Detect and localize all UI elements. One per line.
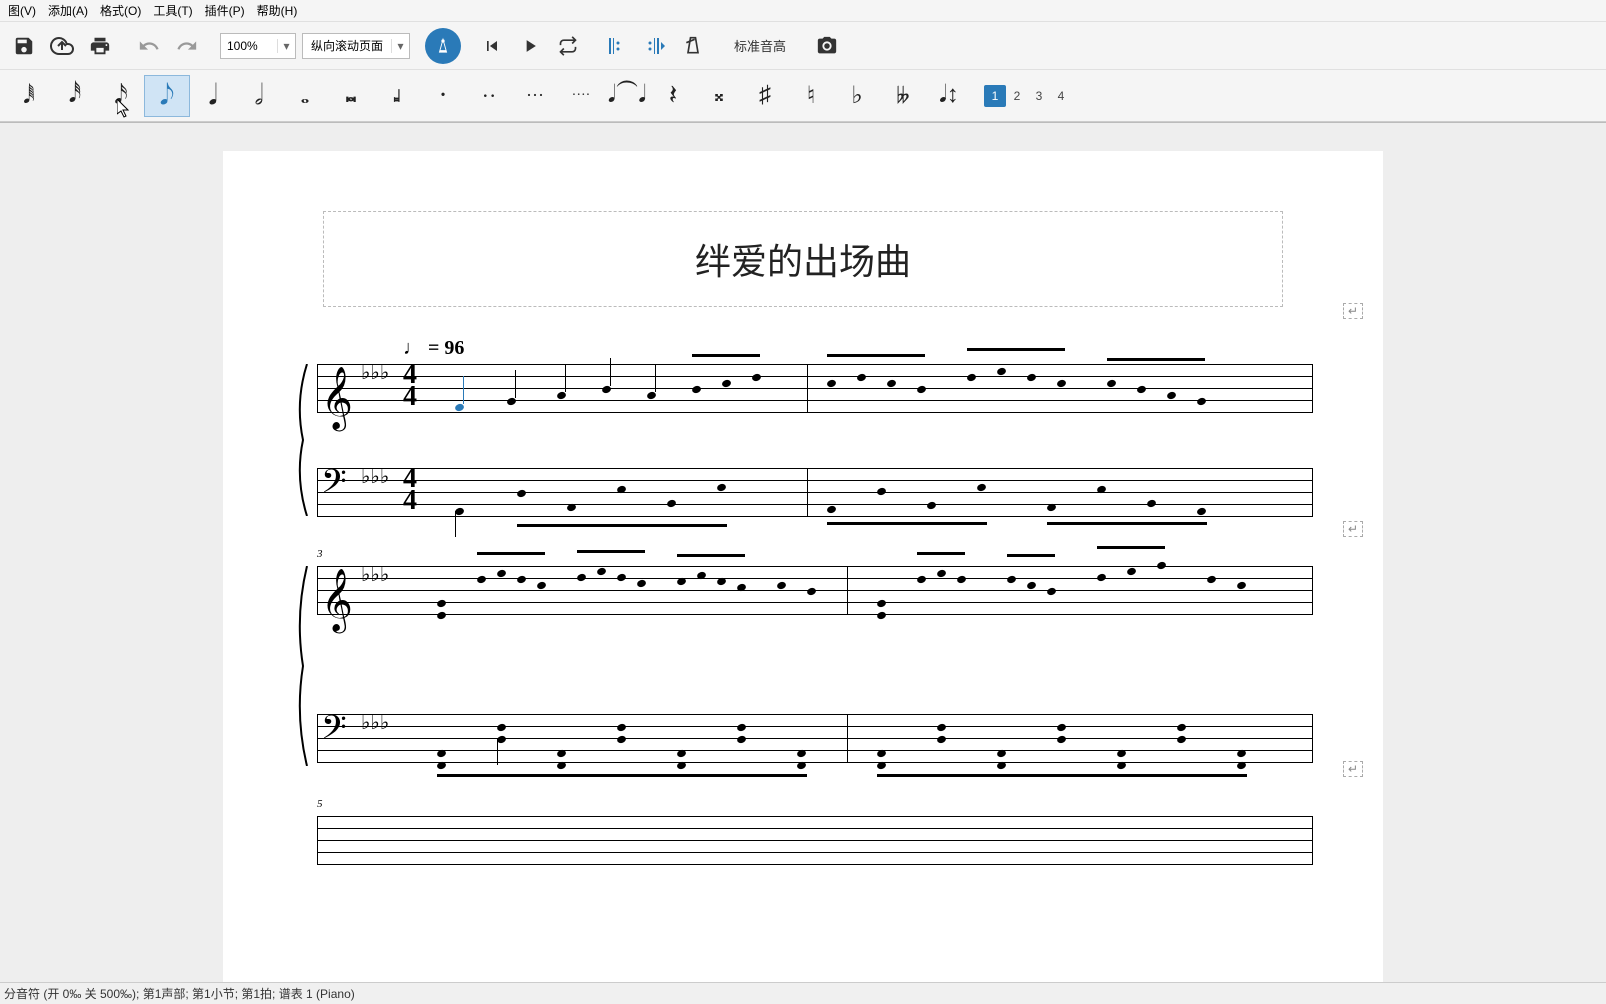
natural-button[interactable]: ♮ <box>788 75 834 117</box>
voice-3-button[interactable]: 3 <box>1028 85 1050 107</box>
dot-button[interactable]: · <box>420 75 466 117</box>
page-layout-label: 纵向滚动页面 <box>303 37 391 54</box>
note-whole-button[interactable]: 𝅝 <box>282 75 328 117</box>
bass-staff[interactable]: 𝄢 ♭♭♭ 44 <box>317 468 1313 516</box>
screenshot-button[interactable] <box>809 28 845 64</box>
selected-note[interactable] <box>454 403 465 413</box>
note-input-toolbar: 𝅘𝅥𝅱 𝅘𝅥𝅰 𝅘𝅥𝅯 𝅘𝅥𝅮 𝅘𝅥 𝅗𝅥 𝅝 𝅜 𝆷 · ·· ··· ···… <box>0 70 1606 122</box>
redo-button[interactable] <box>169 28 205 64</box>
notes-measure-1-2-treble[interactable] <box>427 344 1303 432</box>
note-16th-button[interactable]: 𝅘𝅥𝅯 <box>98 75 144 117</box>
repeat-end-button[interactable] <box>637 28 673 64</box>
system-1: 𝄞 ♭♭♭ 44 <box>293 364 1313 516</box>
brace-icon <box>293 566 311 766</box>
zoom-control[interactable]: ▾ <box>220 33 296 59</box>
page-layout-dropdown-icon[interactable]: ▾ <box>391 39 409 53</box>
separator <box>418 32 419 60</box>
menu-bar: 图(V) 添加(A) 格式(O) 工具(T) 插件(P) 帮助(H) <box>0 0 1606 22</box>
barline <box>317 468 318 516</box>
separator <box>211 32 212 60</box>
note-breve-button[interactable]: 𝅜 <box>328 75 374 117</box>
metronome-button[interactable] <box>425 28 461 64</box>
measure-number: 5 <box>317 798 323 810</box>
menu-help[interactable]: 帮助(H) <box>251 0 304 21</box>
separator <box>124 32 125 60</box>
tie-button[interactable]: 𝅘𝅥⁀𝅘𝅥 <box>604 75 650 117</box>
note-half-button[interactable]: 𝅗𝅥 <box>236 75 282 117</box>
score-canvas[interactable]: 绊爱的出场曲 ↵ ♩ = 96 𝄞 ♭♭♭ 44 <box>0 122 1606 982</box>
main-toolbar: ▾ 纵向滚动页面 ▾ 标准音高 <box>0 22 1606 70</box>
quad-dot-button[interactable]: ···· <box>558 75 604 117</box>
zoom-dropdown-icon[interactable]: ▾ <box>277 39 295 53</box>
note-32nd-button[interactable]: 𝅘𝅥𝅰 <box>52 75 98 117</box>
double-dot-button[interactable]: ·· <box>466 75 512 117</box>
notes-measure-3-4-treble[interactable] <box>427 546 1303 634</box>
title-frame[interactable]: 绊爱的出场曲 <box>323 211 1283 307</box>
status-text: 分音符 (开 0‰ 关 500‰); 第1声部; 第1小节; 第1拍; 谱表 1… <box>4 985 355 1002</box>
print-button[interactable] <box>82 28 118 64</box>
rewind-button[interactable] <box>474 28 510 64</box>
save-button[interactable] <box>6 28 42 64</box>
note-quarter-button[interactable]: 𝅘𝅥 <box>190 75 236 117</box>
flip-stem-button[interactable]: 𝅘𝅥↕ <box>926 75 972 117</box>
voice-2-button[interactable]: 2 <box>1006 85 1028 107</box>
menu-format[interactable]: 格式(O) <box>94 0 147 21</box>
treble-staff[interactable]: 𝄞 ♭♭♭ 44 <box>317 364 1313 412</box>
notes-measure-1-2-bass[interactable] <box>427 448 1303 536</box>
rest-button[interactable]: 𝄽 <box>650 75 696 117</box>
time-signature[interactable]: 44 <box>403 364 417 408</box>
system-break-icon[interactable]: ↵ <box>1343 303 1363 319</box>
cloud-upload-button[interactable] <box>44 28 80 64</box>
menu-view[interactable]: 图(V) <box>2 0 42 21</box>
note-64th-button[interactable]: 𝅘𝅥𝅱 <box>6 75 52 117</box>
system-break-icon[interactable]: ↵ <box>1343 761 1363 777</box>
menu-add[interactable]: 添加(A) <box>42 0 94 21</box>
score-page[interactable]: 绊爱的出场曲 ↵ ♩ = 96 𝄞 ♭♭♭ 44 <box>223 151 1383 982</box>
barline <box>317 364 318 412</box>
loop-button[interactable] <box>550 28 586 64</box>
repeat-start-button[interactable] <box>599 28 635 64</box>
triple-dot-button[interactable]: ··· <box>512 75 558 117</box>
voice-4-button[interactable]: 4 <box>1050 85 1072 107</box>
time-signature[interactable]: 44 <box>403 468 417 512</box>
concert-pitch-toggle[interactable]: 标准音高 <box>724 36 796 55</box>
zoom-input[interactable] <box>221 39 277 53</box>
system-3: 5 <box>293 816 1313 876</box>
menu-tools[interactable]: 工具(T) <box>147 0 198 21</box>
score-title[interactable]: 绊爱的出场曲 <box>695 233 911 285</box>
double-sharp-button[interactable]: 𝄪 <box>696 75 742 117</box>
key-signature: ♭♭♭ <box>361 570 389 580</box>
key-signature: ♭♭♭ <box>361 368 389 378</box>
separator <box>592 32 593 60</box>
key-signature: ♭♭♭ <box>361 472 389 482</box>
status-bar: 分音符 (开 0‰ 关 500‰); 第1声部; 第1小节; 第1拍; 谱表 1… <box>0 982 1606 1004</box>
separator <box>717 32 718 60</box>
metronome-settings-button[interactable] <box>675 28 711 64</box>
play-button[interactable] <box>512 28 548 64</box>
treble-staff[interactable]: 𝄞 ♭♭♭ <box>317 566 1313 614</box>
measure-number: 3 <box>317 548 323 560</box>
separator <box>467 32 468 60</box>
voice-selector: 1 2 3 4 <box>984 85 1072 107</box>
note-longa-button[interactable]: 𝆷 <box>374 75 420 117</box>
voice-1-button[interactable]: 1 <box>984 85 1006 107</box>
key-signature: ♭♭♭ <box>361 718 389 728</box>
treble-staff[interactable] <box>317 816 1313 864</box>
undo-button[interactable] <box>131 28 167 64</box>
menu-plugins[interactable]: 插件(P) <box>199 0 251 21</box>
double-flat-button[interactable]: 𝄫 <box>880 75 926 117</box>
page-layout-select[interactable]: 纵向滚动页面 ▾ <box>302 33 410 59</box>
system-2: 3 𝄞 ♭♭♭ <box>293 566 1313 766</box>
sharp-button[interactable]: ♯ <box>742 75 788 117</box>
flat-button[interactable]: ♭ <box>834 75 880 117</box>
system-break-icon[interactable]: ↵ <box>1343 521 1363 537</box>
bass-staff[interactable]: 𝄢 ♭♭♭ <box>317 714 1313 762</box>
barline[interactable] <box>1312 364 1313 412</box>
barline[interactable] <box>1312 468 1313 516</box>
note-8th-button[interactable]: 𝅘𝅥𝅮 <box>144 75 190 117</box>
separator <box>802 32 803 60</box>
notes-measure-3-4-bass[interactable] <box>427 694 1303 782</box>
brace-icon <box>293 364 311 516</box>
